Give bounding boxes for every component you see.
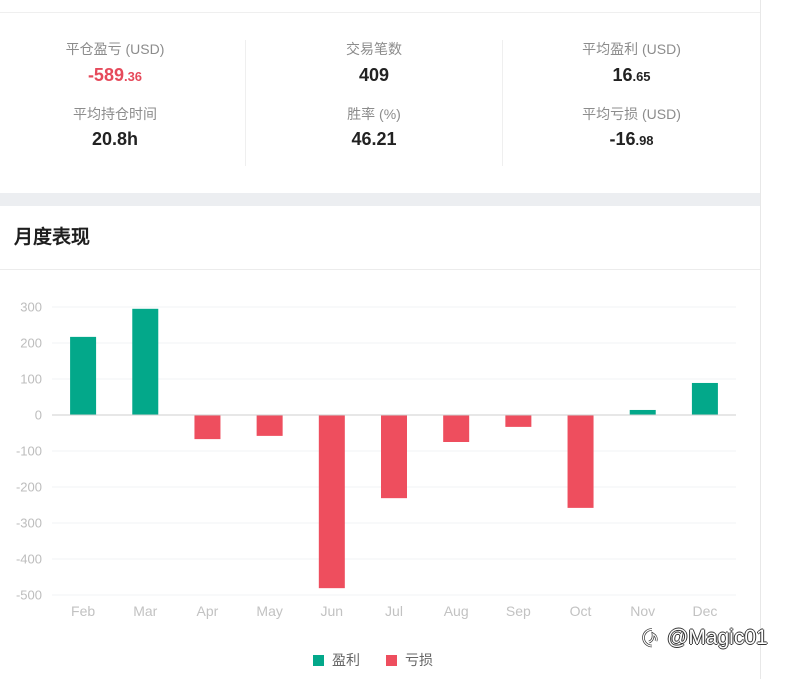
- stats-column-pnl: 平仓盈亏 (USD) -589.36 平均持仓时间 20.8h: [0, 0, 230, 180]
- trade-count-label: 交易笔数: [346, 41, 402, 57]
- bar-aug[interactable]: [443, 415, 470, 442]
- avg-loss-integer: -16: [609, 129, 636, 149]
- monthly-performance-bar-chart: 300 200 100 0 -100 -200 -300 -400 -500 Feb Mar Apr M…: [16, 300, 736, 619]
- bar-oct[interactable]: [567, 415, 594, 508]
- realized-pnl-decimal: .36: [123, 69, 143, 84]
- x-tick-label: Feb: [71, 603, 95, 619]
- win-rate-label: 胜率 (%): [347, 106, 401, 122]
- bar-sep[interactable]: [505, 415, 532, 427]
- bar-dec[interactable]: [691, 382, 718, 415]
- avg-loss-decimal: .98: [635, 133, 654, 148]
- x-tick-label: Jun: [321, 603, 344, 619]
- y-tick-label: -100: [16, 444, 42, 459]
- avg-profit-value: 16.65: [503, 63, 760, 87]
- bar-jul[interactable]: [381, 415, 407, 499]
- avg-profit-decimal: .65: [632, 69, 651, 84]
- avg-holding-time-label: 平均持仓时间: [73, 106, 157, 122]
- x-tick-label: May: [256, 603, 282, 619]
- watermark: @Magic01: [640, 624, 768, 652]
- bar-feb[interactable]: [70, 336, 97, 415]
- y-tick-label: 300: [20, 300, 42, 315]
- chart-legend: 盈利 亏损: [313, 650, 459, 670]
- performance-panel: 平仓盈亏 (USD) -589.36 平均持仓时间 20.8h 交易笔数 409…: [0, 0, 761, 679]
- y-tick-label: -200: [16, 480, 42, 495]
- x-tick-label: Dec: [692, 603, 717, 619]
- weibo-logo-icon: [642, 628, 658, 648]
- avg-profit-integer: 16: [612, 65, 633, 85]
- avg-loss-label: 平均亏损 (USD): [582, 106, 681, 122]
- y-tick-label: -300: [16, 516, 42, 531]
- watermark-text: @Magic01: [667, 626, 768, 649]
- bar-nov[interactable]: [629, 409, 656, 415]
- stats-column-averages: 平均盈利 (USD) 16.65 平均亏损 (USD) -16.98: [503, 0, 760, 180]
- avg-profit-label: 平均盈利 (USD): [582, 41, 681, 57]
- avg-loss-value: -16.98: [503, 127, 760, 151]
- y-tick-label: -400: [16, 552, 42, 567]
- legend-swatch-profit: [313, 654, 324, 666]
- x-tick-label: Sep: [506, 603, 531, 619]
- title-divider: [0, 269, 760, 270]
- legend-item-loss[interactable]: 亏损: [386, 650, 433, 670]
- y-tick-label: 100: [20, 372, 42, 387]
- realized-pnl-integer: -589: [87, 65, 124, 85]
- x-tick-label: Nov: [630, 603, 655, 619]
- y-tick-label: 0: [35, 408, 42, 423]
- bar-mar[interactable]: [132, 308, 159, 415]
- x-tick-label: Apr: [197, 603, 219, 619]
- avg-holding-time-value: 20.8h: [91, 129, 139, 149]
- realized-pnl-value: -589.36: [0, 63, 230, 87]
- stats-column-trades: 交易笔数 409 胜率 (%) 46.21: [246, 0, 502, 180]
- x-tick-label: Jul: [385, 603, 403, 619]
- legend-label-loss: 亏损: [405, 652, 433, 668]
- y-tick-label: 200: [20, 336, 42, 351]
- win-rate-value: 46.21: [351, 129, 397, 149]
- x-tick-label: Mar: [133, 603, 157, 619]
- trade-count-value: 409: [358, 65, 390, 85]
- bar-jun[interactable]: [318, 415, 345, 589]
- x-tick-label: Oct: [570, 603, 592, 619]
- bar-may[interactable]: [256, 415, 283, 436]
- legend-item-profit[interactable]: 盈利: [313, 650, 360, 670]
- x-tick-label: Aug: [444, 603, 469, 619]
- legend-swatch-loss: [386, 654, 397, 666]
- realized-pnl-label: 平仓盈亏 (USD): [65, 41, 165, 57]
- bar-apr[interactable]: [194, 415, 221, 440]
- monthly-performance-title: 月度表现: [14, 227, 91, 248]
- y-tick-label: -500: [16, 588, 42, 603]
- legend-label-profit: 盈利: [332, 652, 360, 668]
- section-separator: [0, 193, 760, 206]
